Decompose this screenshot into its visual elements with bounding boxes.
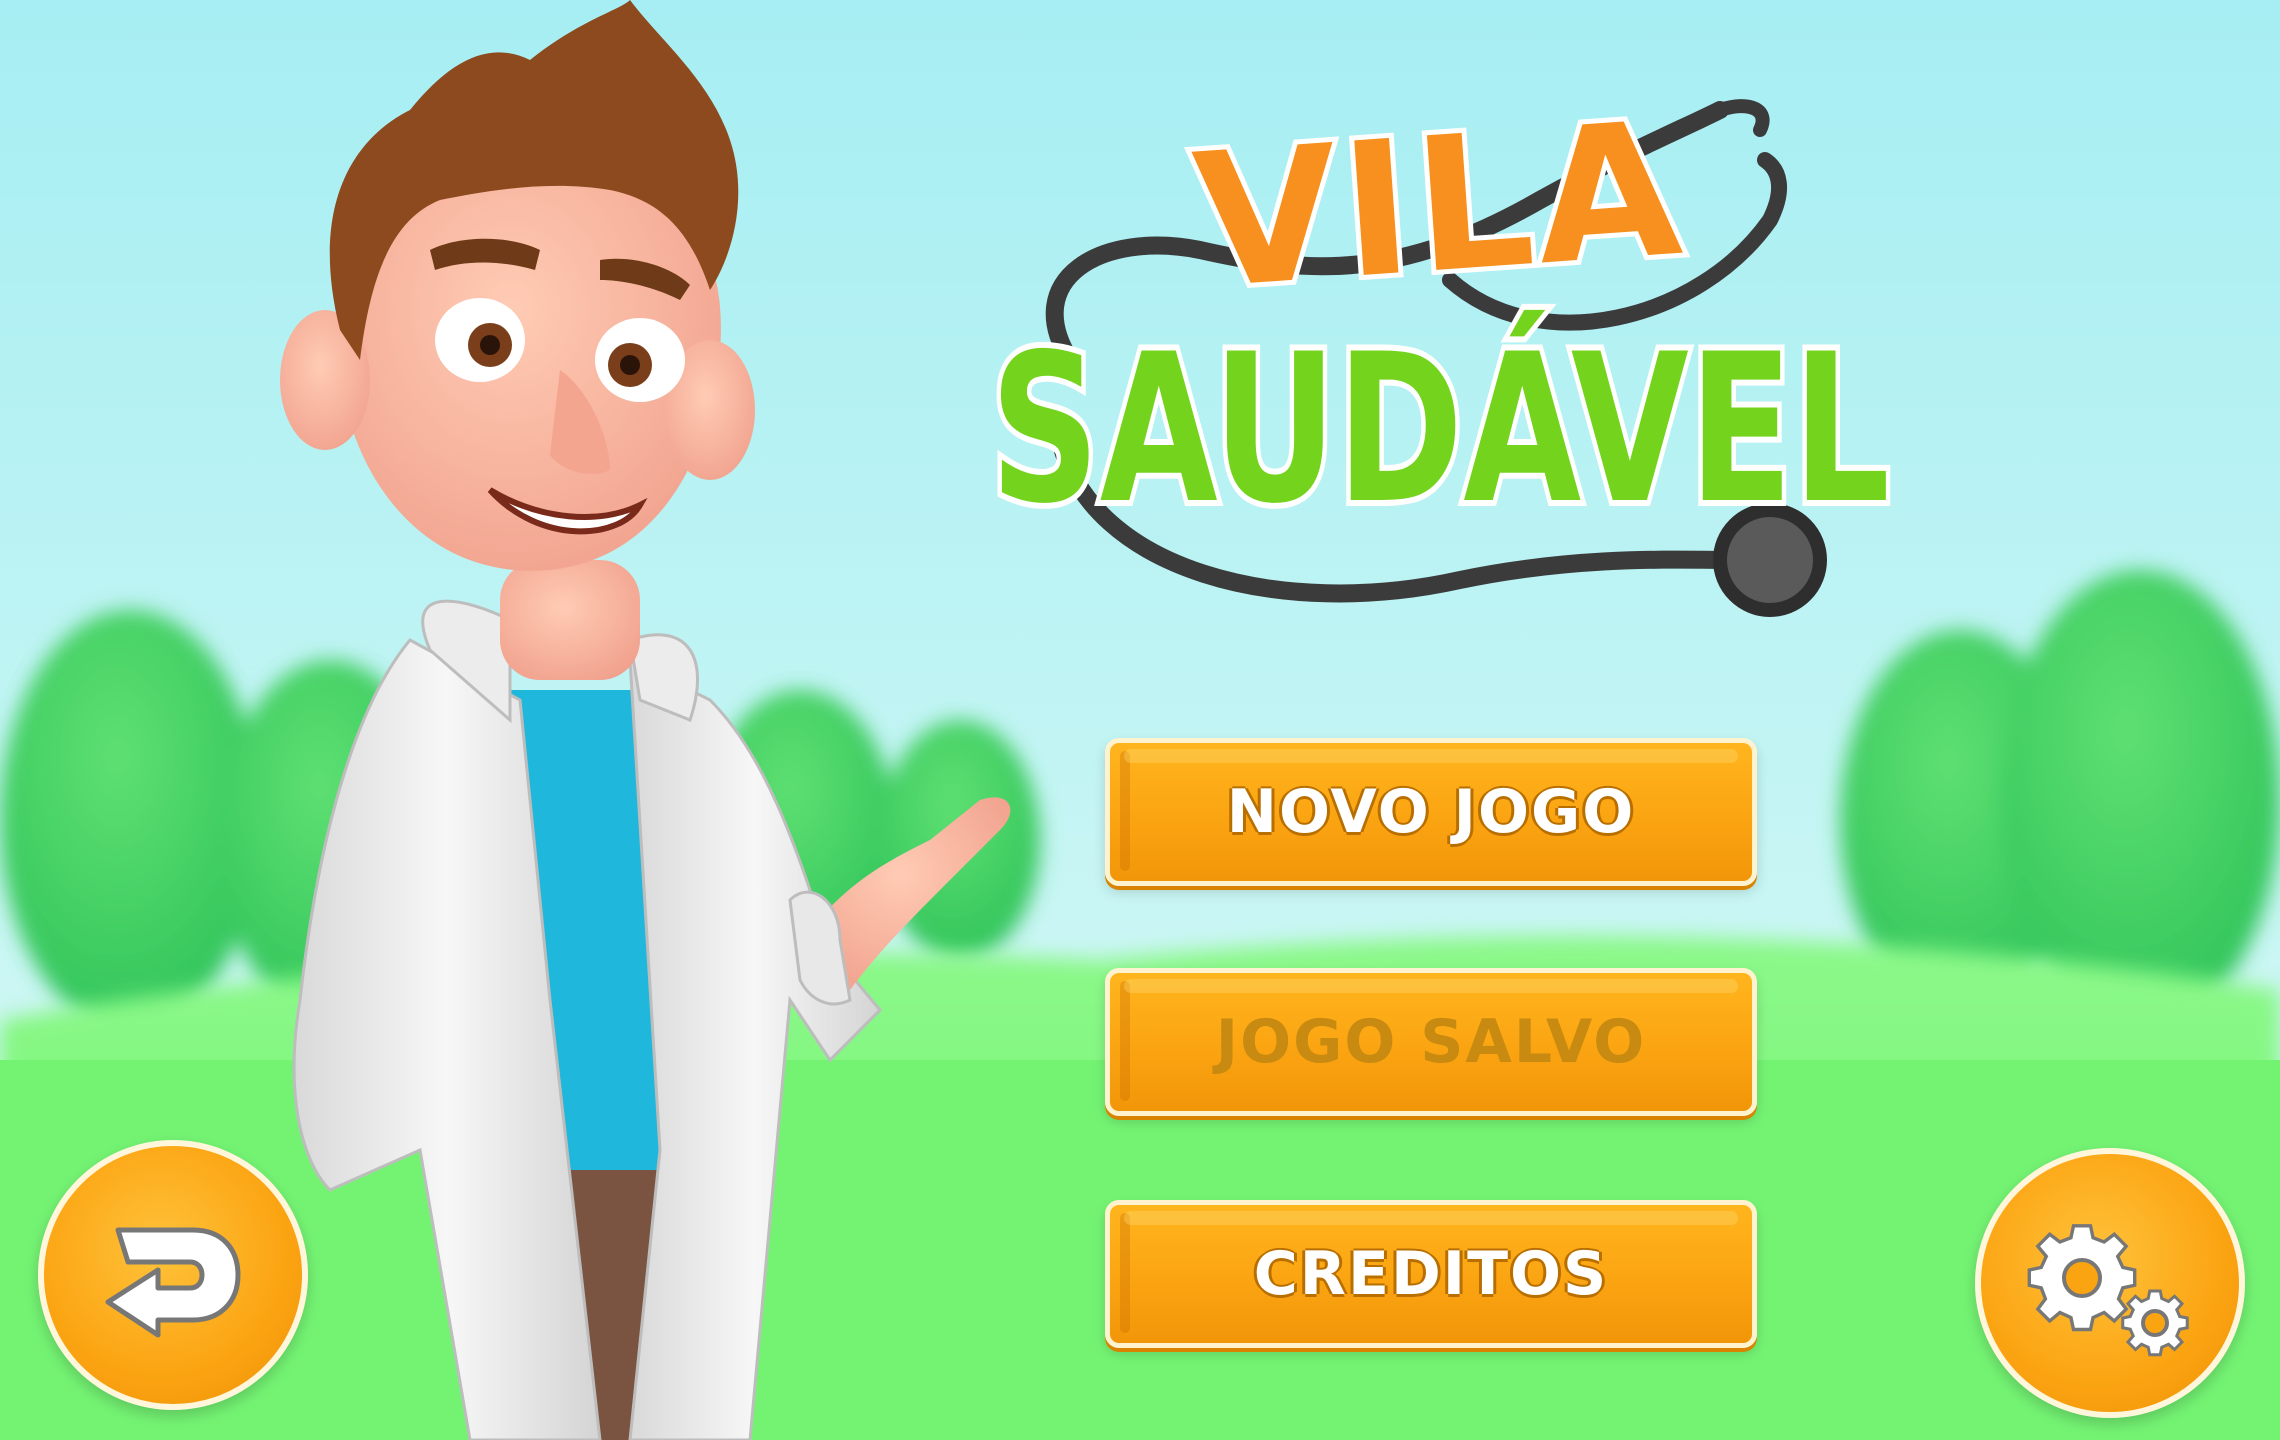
game-logo: VILA SAUDÁVEL (984, 76, 1896, 617)
credits-label: CREDITOS (1253, 1239, 1609, 1309)
logo-line-1: VILA (1188, 81, 1691, 331)
new-game-label: NOVO JOGO (1226, 777, 1636, 847)
credits-button[interactable]: CREDITOS (1105, 1200, 1757, 1348)
logo-line-2: SAUDÁVEL (990, 310, 1890, 549)
saved-game-button[interactable]: JOGO SALVO (1105, 968, 1757, 1116)
doctor-character (280, 0, 1011, 1440)
settings-button[interactable] (1975, 1148, 2245, 1418)
new-game-button[interactable]: NOVO JOGO (1105, 738, 1757, 886)
back-arrow-icon (105, 1227, 241, 1338)
back-button[interactable] (38, 1140, 308, 1410)
saved-game-label: JOGO SALVO (1215, 1007, 1647, 1077)
gears-icon (2027, 1224, 2189, 1357)
